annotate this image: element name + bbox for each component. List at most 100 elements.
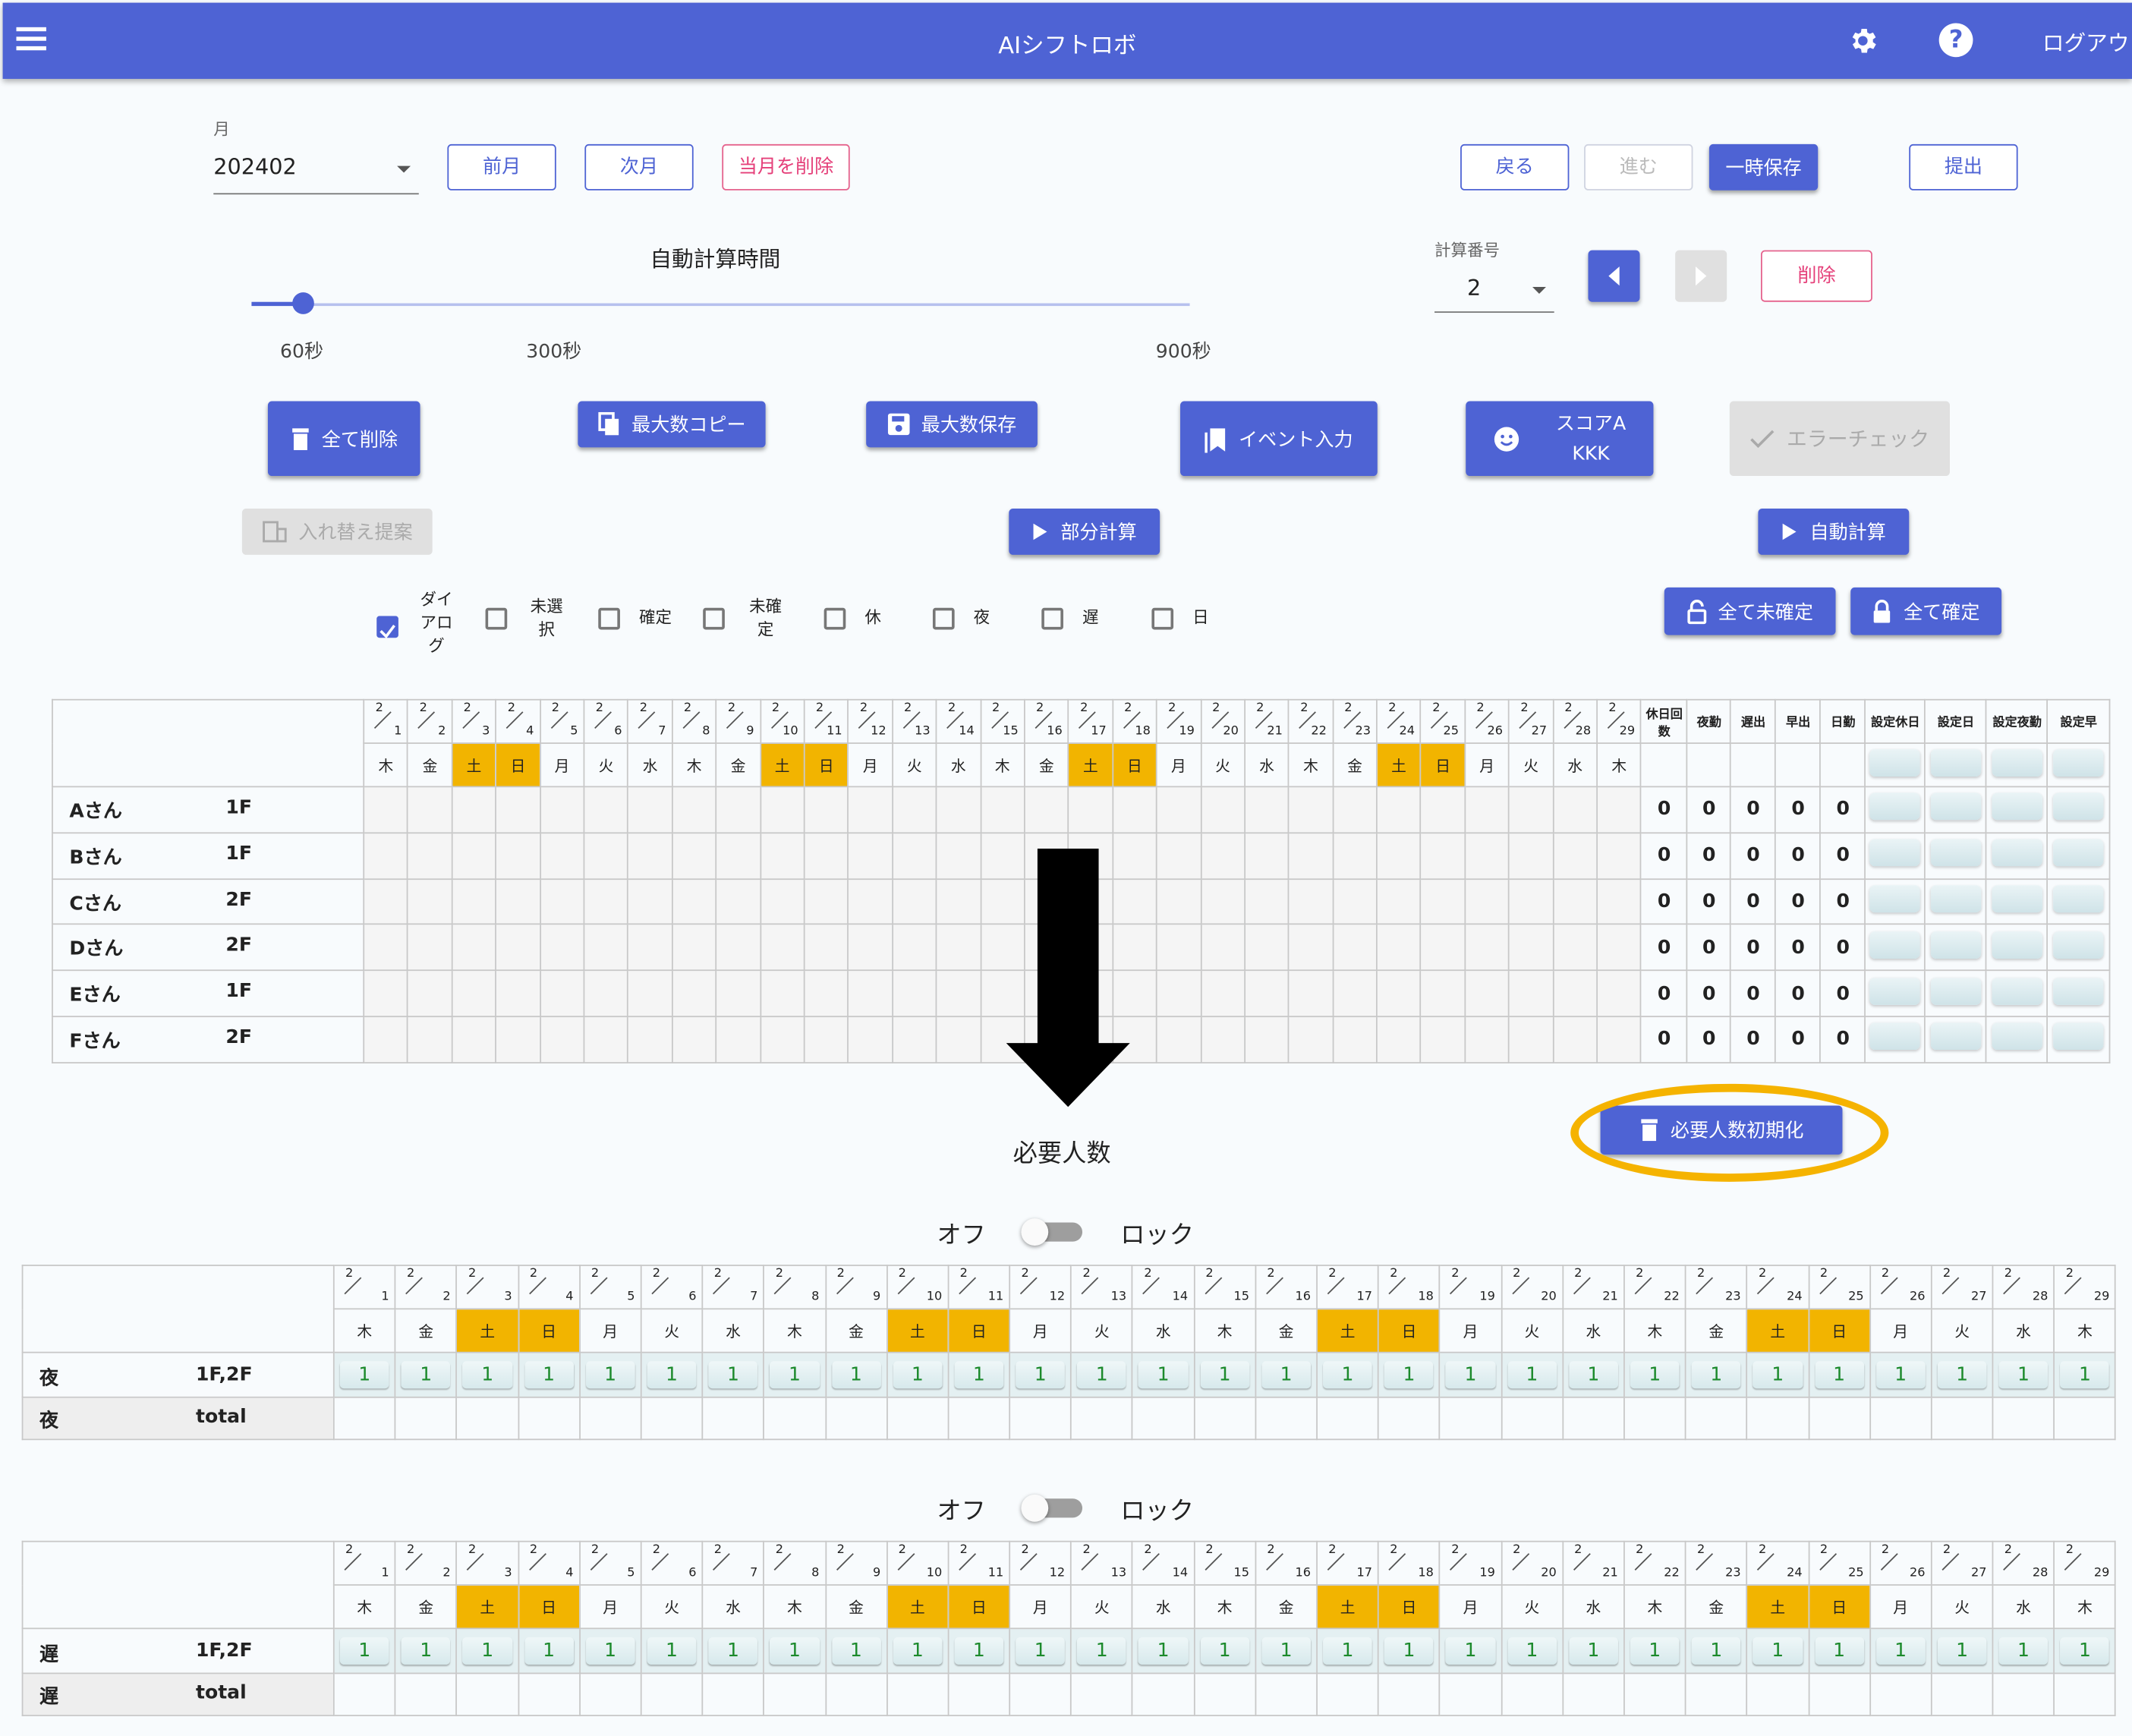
shift-cell[interactable] xyxy=(583,786,629,833)
setting-cell[interactable] xyxy=(1864,969,1926,1018)
partial-calc-button[interactable]: 部分計算 xyxy=(1009,509,1160,555)
shift-cell[interactable] xyxy=(935,924,981,972)
shift-cell[interactable] xyxy=(1596,924,1642,972)
required-value[interactable]: 1 xyxy=(1446,1637,1495,1665)
required-cell[interactable]: 1 xyxy=(1255,1351,1318,1398)
required-value[interactable]: 1 xyxy=(462,1361,512,1389)
shift-cell[interactable] xyxy=(1288,1016,1334,1063)
required-cell[interactable]: 1 xyxy=(1009,1627,1072,1675)
required-cell[interactable]: 1 xyxy=(1439,1627,1502,1675)
required-cell[interactable]: 1 xyxy=(2053,1627,2117,1675)
shift-cell[interactable] xyxy=(847,924,893,972)
shift-cell[interactable] xyxy=(583,877,629,925)
shift-cell[interactable] xyxy=(891,786,937,833)
save-max-button[interactable]: 最大数保存 xyxy=(866,401,1038,448)
shift-cell[interactable] xyxy=(583,924,629,972)
shift-cell[interactable] xyxy=(979,786,1025,833)
shift-cell[interactable] xyxy=(715,832,761,880)
shift-cell[interactable] xyxy=(847,1016,893,1063)
shift-cell[interactable] xyxy=(1244,786,1290,833)
required-cell[interactable]: 1 xyxy=(1255,1627,1318,1675)
required-cell[interactable]: 1 xyxy=(763,1351,827,1398)
required-cell[interactable]: 1 xyxy=(640,1351,704,1398)
shift-cell[interactable] xyxy=(495,924,541,972)
shift-cell[interactable] xyxy=(583,1016,629,1063)
shift-cell[interactable] xyxy=(847,832,893,880)
setting-cell[interactable] xyxy=(1924,924,1988,972)
shift-cell[interactable] xyxy=(407,832,453,880)
setting-cell[interactable] xyxy=(1986,832,2049,880)
setting-button[interactable] xyxy=(2053,793,2104,821)
shift-cell[interactable] xyxy=(847,786,893,833)
setting-button[interactable] xyxy=(2053,931,2104,959)
shift-cell[interactable] xyxy=(1596,969,1642,1018)
shift-cell[interactable] xyxy=(671,924,717,972)
shift-cell[interactable] xyxy=(1552,1016,1598,1063)
filter-checkbox-late[interactable] xyxy=(1041,607,1063,630)
shift-cell[interactable] xyxy=(1244,1016,1290,1063)
required-value[interactable]: 1 xyxy=(1261,1637,1312,1665)
required-cell[interactable]: 1 xyxy=(1439,1351,1502,1398)
shift-cell[interactable] xyxy=(1023,786,1069,833)
setting-cell[interactable] xyxy=(2047,742,2111,788)
score-button[interactable]: スコアA KKK xyxy=(1466,401,1654,477)
required-cell[interactable]: 1 xyxy=(701,1627,765,1675)
shift-cell[interactable] xyxy=(407,786,453,833)
required-value[interactable]: 1 xyxy=(1507,1637,1557,1665)
shift-cell[interactable] xyxy=(1155,786,1201,833)
required-cell[interactable]: 1 xyxy=(1009,1351,1072,1398)
required-value[interactable]: 1 xyxy=(954,1361,1004,1389)
required-cell[interactable]: 1 xyxy=(1132,1351,1195,1398)
shift-cell[interactable] xyxy=(1111,786,1157,833)
required-value[interactable]: 1 xyxy=(462,1637,512,1665)
required-cell[interactable]: 1 xyxy=(1992,1351,2055,1398)
setting-cell[interactable] xyxy=(2047,877,2111,925)
shift-cell[interactable] xyxy=(1332,832,1378,880)
setting-cell[interactable] xyxy=(2047,786,2111,833)
shift-cell[interactable] xyxy=(1596,786,1642,833)
shift-cell[interactable] xyxy=(891,832,937,880)
shift-cell[interactable] xyxy=(803,786,849,833)
shift-cell[interactable] xyxy=(539,1016,585,1063)
required-value[interactable]: 1 xyxy=(401,1637,451,1665)
setting-button[interactable] xyxy=(1930,839,1982,867)
required-value[interactable]: 1 xyxy=(770,1361,820,1389)
setting-cell[interactable] xyxy=(1864,1016,1926,1063)
shift-cell[interactable] xyxy=(803,1016,849,1063)
shift-cell[interactable] xyxy=(363,969,409,1018)
shift-cell[interactable] xyxy=(451,969,497,1018)
shift-cell[interactable] xyxy=(671,786,717,833)
shift-cell[interactable] xyxy=(451,877,497,925)
required-value[interactable]: 1 xyxy=(831,1361,881,1389)
required-value[interactable]: 1 xyxy=(954,1637,1004,1665)
shift-cell[interactable] xyxy=(671,832,717,880)
save-temp-button[interactable]: 一時保存 xyxy=(1708,143,1819,191)
shift-cell[interactable] xyxy=(363,786,409,833)
shift-cell[interactable] xyxy=(759,1016,805,1063)
shift-cell[interactable] xyxy=(1596,1016,1642,1063)
shift-cell[interactable] xyxy=(1420,924,1466,972)
shift-cell[interactable] xyxy=(363,877,409,925)
shift-cell[interactable] xyxy=(495,786,541,833)
shift-cell[interactable] xyxy=(451,924,497,972)
shift-cell[interactable] xyxy=(935,969,981,1018)
required-cell[interactable]: 1 xyxy=(1807,1351,1871,1398)
required-value[interactable]: 1 xyxy=(1875,1637,1926,1665)
setting-cell[interactable] xyxy=(2047,924,2111,972)
submit-button[interactable]: 提出 xyxy=(1909,143,2018,191)
setting-button[interactable] xyxy=(1930,885,1982,913)
required-value[interactable]: 1 xyxy=(524,1361,574,1389)
required-cell[interactable]: 1 xyxy=(578,1351,642,1398)
required-value[interactable]: 1 xyxy=(1016,1361,1066,1389)
shift-cell[interactable] xyxy=(1464,877,1510,925)
required-cell[interactable]: 1 xyxy=(824,1351,888,1398)
setting-cell[interactable] xyxy=(1924,969,1988,1018)
required-cell[interactable]: 1 xyxy=(1807,1627,1871,1675)
shift-cell[interactable] xyxy=(803,877,849,925)
required-value[interactable]: 1 xyxy=(1323,1637,1372,1665)
required-value[interactable]: 1 xyxy=(1261,1361,1312,1389)
required-value[interactable]: 1 xyxy=(1814,1637,1864,1665)
setting-cell[interactable] xyxy=(1986,877,2049,925)
shift-cell[interactable] xyxy=(1420,1016,1466,1063)
shift-cell[interactable] xyxy=(1244,969,1290,1018)
